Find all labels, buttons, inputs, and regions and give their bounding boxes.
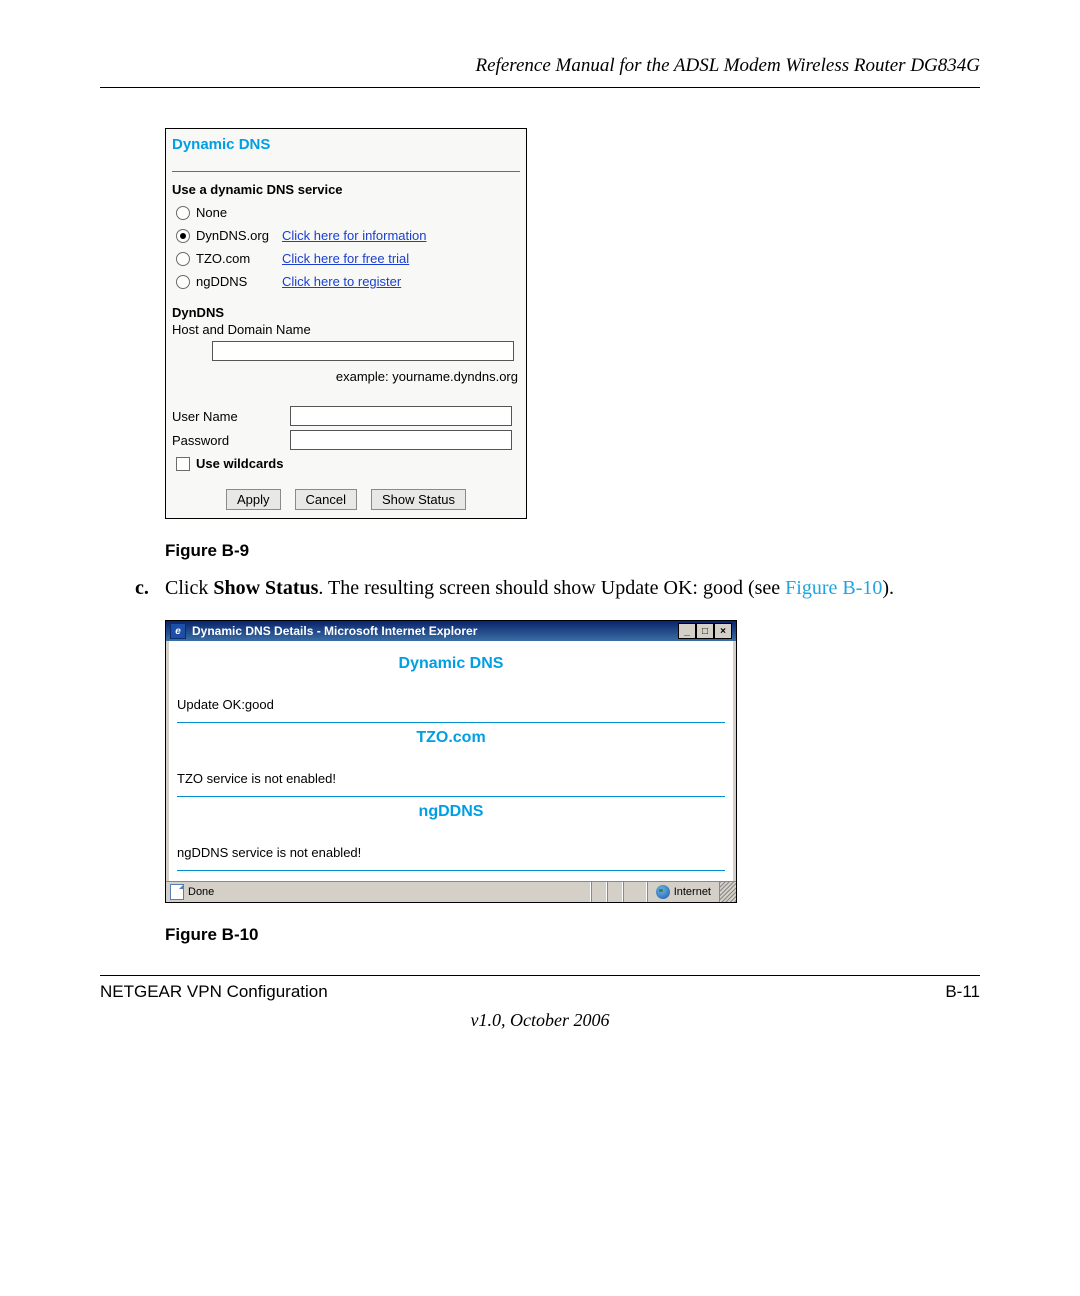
radio-dyndns[interactable]	[176, 229, 190, 243]
use-service-label: Use a dynamic DNS service	[166, 182, 526, 203]
header-rule	[100, 87, 980, 88]
step-text-after: ).	[882, 577, 894, 599]
ngddns-register-link[interactable]: Click here to register	[282, 274, 401, 289]
radio-row-dyndns[interactable]: DynDNS.org Click here for information	[166, 226, 526, 249]
host-domain-label: Host and Domain Name	[166, 322, 526, 339]
cancel-button[interactable]: Cancel	[295, 489, 357, 510]
step-bold: Show Status	[213, 577, 318, 599]
maximize-button[interactable]: □	[696, 623, 714, 639]
status-done-text: Done	[188, 886, 214, 898]
panel1-title: Dynamic DNS	[172, 129, 520, 172]
resize-grip[interactable]	[719, 882, 736, 902]
window-titlebar: Dynamic DNS Details - Microsoft Internet…	[166, 621, 736, 641]
wildcards-row[interactable]: Use wildcards	[166, 452, 526, 483]
username-input[interactable]	[290, 406, 512, 426]
apply-button[interactable]: Apply	[226, 489, 281, 510]
figure-reference-link[interactable]: Figure B-10	[785, 577, 882, 599]
ie-statusbar: Done Internet	[166, 881, 736, 902]
minimize-button[interactable]: _	[678, 623, 696, 639]
step-text-mid: . The resulting screen should show Updat…	[318, 577, 785, 599]
statusbar-sep1	[591, 882, 607, 902]
document-header: Reference Manual for the ADSL Modem Wire…	[100, 55, 980, 77]
host-domain-hint: example: yourname.dyndns.org	[166, 366, 526, 390]
tzo-trial-link[interactable]: Click here for free trial	[282, 251, 409, 266]
radio-row-ngddns[interactable]: ngDDNS Click here to register	[166, 272, 526, 295]
radio-row-tzo[interactable]: TZO.com Click here for free trial	[166, 249, 526, 272]
statusbar-sep2	[607, 882, 623, 902]
page-icon	[170, 884, 184, 900]
ie-icon	[170, 623, 186, 639]
dyndns-heading: Dynamic DNS	[177, 645, 725, 697]
step-text: Click Show Status. The resulting screen …	[165, 575, 894, 602]
close-button[interactable]: ×	[714, 623, 732, 639]
radio-ngddns[interactable]	[176, 275, 190, 289]
ngddns-status-text: ngDDNS service is not enabled!	[177, 845, 725, 866]
host-domain-input[interactable]	[212, 341, 514, 361]
show-status-button[interactable]: Show Status	[371, 489, 466, 510]
radio-dyndns-label: DynDNS.org	[196, 228, 276, 243]
password-input[interactable]	[290, 430, 512, 450]
footer-version: v1.0, October 2006	[100, 1010, 980, 1031]
footer-row: NETGEAR VPN Configuration B-11	[100, 982, 980, 1002]
footer-page: B-11	[945, 982, 980, 1002]
radio-none-label: None	[196, 205, 276, 220]
dynamic-dns-panel: Dynamic DNS Use a dynamic DNS service No…	[165, 128, 527, 519]
dyndns-info-link[interactable]: Click here for information	[282, 228, 427, 243]
tzo-heading: TZO.com	[177, 723, 725, 771]
step-text-before: Click	[165, 577, 213, 599]
tzo-status-text: TZO service is not enabled!	[177, 771, 725, 792]
ie-window: Dynamic DNS Details - Microsoft Internet…	[165, 620, 737, 903]
window-title: Dynamic DNS Details - Microsoft Internet…	[192, 624, 477, 638]
footer-section: NETGEAR VPN Configuration	[100, 982, 328, 1002]
internet-zone-icon	[656, 885, 670, 899]
dyndns-subhead: DynDNS	[166, 295, 526, 322]
update-status-text: Update OK:good	[177, 697, 725, 718]
radio-ngddns-label: ngDDNS	[196, 274, 276, 289]
ie-body: Dynamic DNS Update OK:good TZO.com TZO s…	[166, 641, 736, 881]
step-c: c. Click Show Status. The resulting scre…	[135, 575, 980, 602]
figure-b10-caption: Figure B-10	[165, 925, 980, 945]
wildcards-checkbox[interactable]	[176, 457, 190, 471]
radio-row-none[interactable]: None	[166, 203, 526, 226]
statusbar-sep3	[623, 882, 647, 902]
password-label: Password	[172, 433, 282, 448]
footer-rule	[100, 975, 980, 976]
radio-tzo-label: TZO.com	[196, 251, 276, 266]
radio-none[interactable]	[176, 206, 190, 220]
divider-3	[177, 870, 725, 871]
wildcards-label: Use wildcards	[196, 456, 283, 471]
username-label: User Name	[172, 409, 282, 424]
internet-zone-text: Internet	[674, 886, 711, 898]
radio-tzo[interactable]	[176, 252, 190, 266]
ngddns-heading: ngDDNS	[177, 797, 725, 845]
figure-b9-caption: Figure B-9	[165, 541, 980, 561]
step-marker: c.	[135, 575, 155, 602]
